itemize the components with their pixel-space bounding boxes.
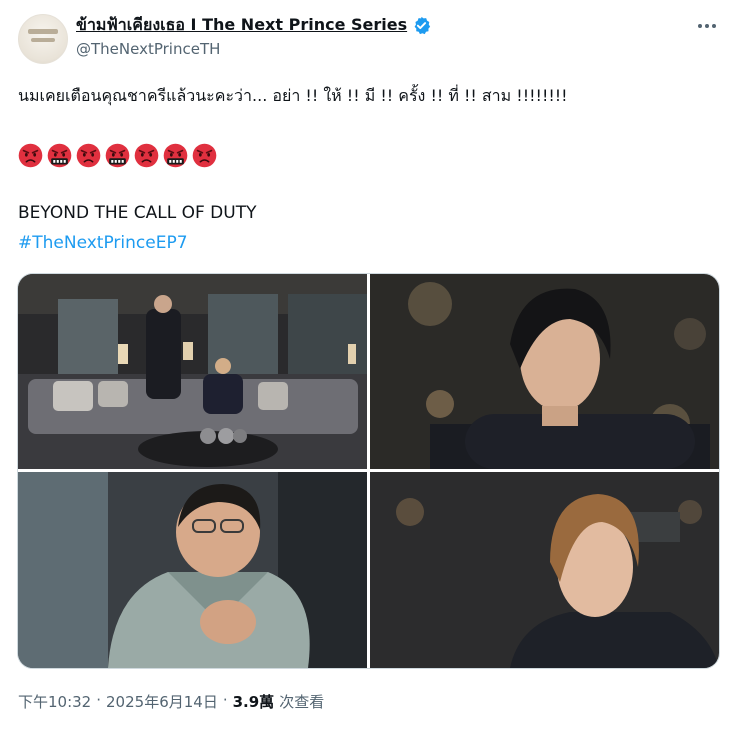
author-name-row: ข้ามฟ้าเคียงเธอ I The Next Prince Series (76, 13, 431, 38)
face-with-symbols-on-mouth-icon (105, 143, 130, 168)
pouting-face-icon (76, 143, 101, 168)
tweet-tagline: BEYOND THE CALL OF DUTY (18, 203, 257, 223)
avatar-logo-mark (28, 29, 58, 34)
avatar-logo-mark-2 (31, 38, 55, 42)
emoji-row (18, 143, 217, 168)
tweet-text: นมเคยเตือนคุณชาครีแล้วนะคะว่า... อย่า !!… (18, 86, 568, 105)
meta-separator: · (96, 691, 102, 709)
pouting-face-icon (18, 143, 43, 168)
view-label: 次查看 (279, 693, 325, 711)
tweet-time[interactable]: 下午10:32 (18, 691, 91, 712)
photo-blonde-closeup[interactable] (370, 472, 719, 668)
tweet-meta: 下午10:32 · 2025年6月14日 · 3.9萬 次查看 (18, 691, 324, 712)
photo-dark-hair-closeup[interactable] (370, 274, 719, 469)
photo-nanny-character[interactable] (18, 472, 367, 668)
verified-badge-icon[interactable] (412, 16, 431, 35)
media-grid (17, 273, 720, 669)
tweet-date[interactable]: 2025年6月14日 (106, 691, 218, 712)
pouting-face-icon (134, 143, 159, 168)
face-with-symbols-on-mouth-icon (47, 143, 72, 168)
view-count: 3.9萬 (232, 693, 275, 711)
photo-living-room-scene[interactable] (18, 274, 367, 469)
profile-avatar[interactable] (18, 14, 68, 64)
meta-separator: · (222, 691, 228, 709)
hashtag-link[interactable]: #TheNextPrinceEP7 (18, 233, 188, 253)
author-display-name[interactable]: ข้ามฟ้าเคียงเธอ I The Next Prince Series (76, 13, 407, 38)
author-handle[interactable]: @TheNextPrinceTH (76, 40, 220, 58)
pouting-face-icon (192, 143, 217, 168)
more-options-icon[interactable] (695, 14, 719, 38)
face-with-symbols-on-mouth-icon (163, 143, 188, 168)
